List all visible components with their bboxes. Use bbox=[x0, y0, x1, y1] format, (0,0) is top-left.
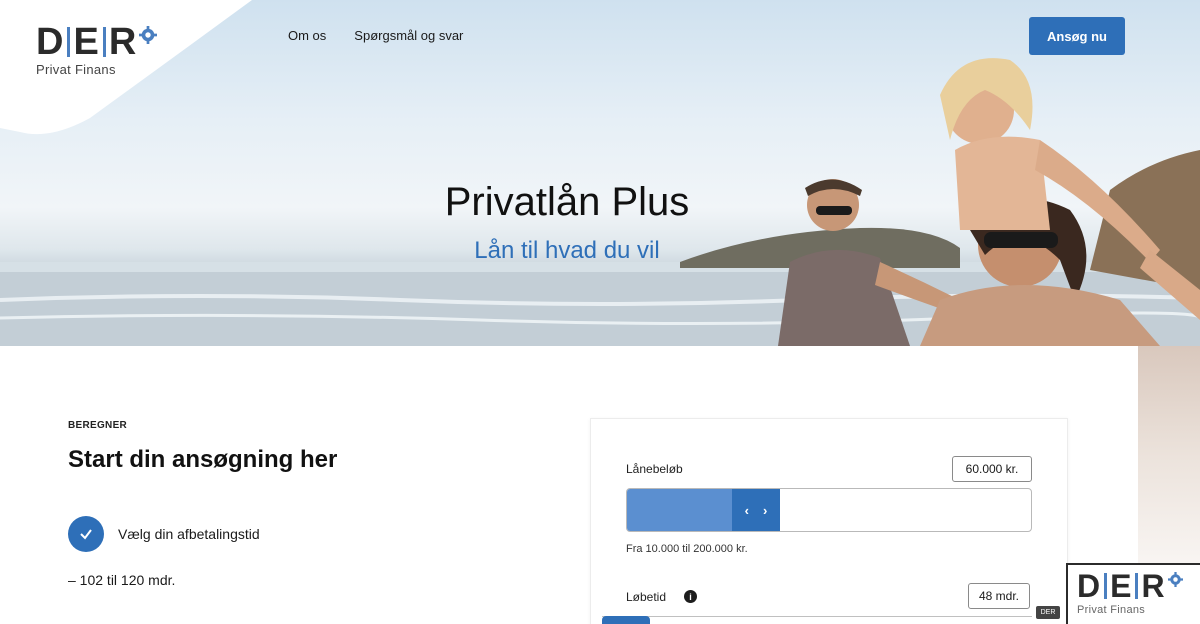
step-label: Vælg din afbetalingstid bbox=[118, 526, 260, 542]
corner-brand-tagline: Privat Finans bbox=[1077, 604, 1146, 616]
term-label: Løbetid bbox=[626, 590, 667, 604]
term-slider-handle[interactable] bbox=[602, 616, 650, 624]
brand-logo[interactable]: D E R Privat Finans bbox=[36, 21, 176, 84]
gear-icon bbox=[139, 26, 158, 44]
step-range: – 102 til 120 mdr. bbox=[68, 572, 176, 588]
nav-item-about[interactable]: Om os bbox=[288, 28, 326, 43]
brand-tagline: Privat Finans bbox=[36, 62, 116, 77]
hero-subtitle: Lån til hvad du vil bbox=[474, 237, 660, 264]
term-slider[interactable] bbox=[602, 616, 1032, 624]
section-title: Start din ansøgning her bbox=[68, 446, 338, 473]
chevron-left-icon: ‹ bbox=[744, 502, 749, 518]
corner-letter-e: E bbox=[1110, 568, 1133, 604]
loan-amount-value[interactable]: 60.000 kr. bbox=[952, 456, 1032, 482]
brand-letter-e: E bbox=[73, 21, 100, 63]
brand-divider bbox=[102, 27, 106, 57]
chevron-right-icon: › bbox=[763, 502, 768, 518]
loan-amount-label: Lånebeløb bbox=[626, 462, 683, 476]
loan-range-hint: Fra 10.000 til 200.000 kr. bbox=[626, 543, 748, 555]
section-eyebrow: BEREGNER bbox=[68, 420, 128, 431]
corner-letter-r: R bbox=[1141, 568, 1166, 604]
apply-now-button[interactable]: Ansøg nu bbox=[1029, 17, 1125, 55]
loan-amount-slider[interactable]: ‹ › bbox=[626, 488, 1032, 532]
corner-letter-d: D bbox=[1077, 568, 1102, 604]
info-icon[interactable]: i bbox=[684, 590, 697, 603]
corner-divider bbox=[1135, 573, 1139, 599]
gear-icon bbox=[1167, 571, 1183, 587]
loan-amount-slider-handle[interactable]: ‹ › bbox=[732, 489, 780, 531]
step-item: Vælg din afbetalingstid bbox=[68, 516, 260, 552]
corner-brand-mark: D E R bbox=[1077, 570, 1200, 602]
der-tag: DER bbox=[1036, 606, 1060, 619]
main-nav: Om os Spørgsmål og svar bbox=[288, 28, 463, 43]
brand-mark: D E R bbox=[36, 21, 176, 63]
checkmark-icon bbox=[68, 516, 104, 552]
hero-title: Privatlån Plus bbox=[444, 180, 690, 224]
term-value[interactable]: 48 mdr. bbox=[968, 583, 1030, 609]
brand-divider bbox=[67, 27, 71, 57]
brand-letter-d: D bbox=[36, 21, 65, 63]
brand-letter-r: R bbox=[108, 21, 138, 63]
hero-banner: D E R Privat Finans Om os Spørgsmål og s… bbox=[0, 0, 1200, 346]
loan-amount-slider-fill bbox=[627, 489, 732, 531]
corner-brand-widget[interactable]: D E R Privat Finans bbox=[1066, 563, 1200, 624]
corner-divider bbox=[1104, 573, 1108, 599]
nav-item-faq[interactable]: Spørgsmål og svar bbox=[354, 28, 463, 43]
